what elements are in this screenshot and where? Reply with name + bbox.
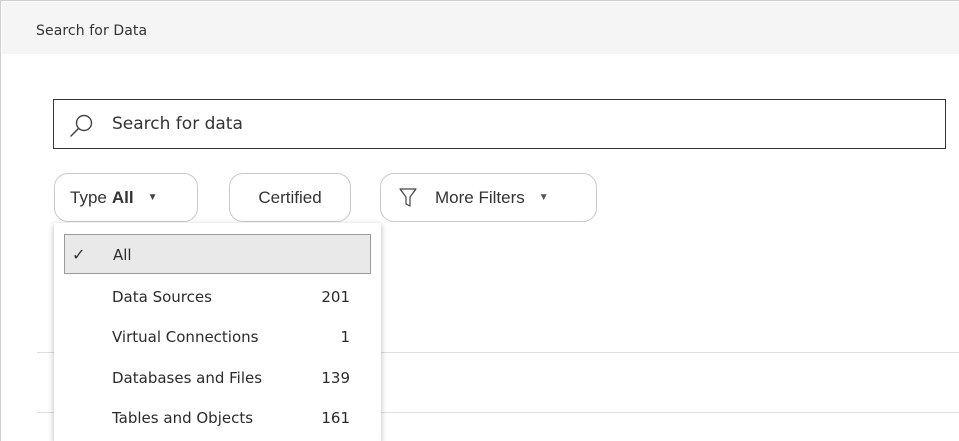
type-filter-prefix: Type <box>70 187 107 207</box>
type-filter-menu: ✓ All Data Sources 201 Virtual Connectio… <box>54 223 381 441</box>
data-search-panel: Search for Data Type All ▼ Certified Mor… <box>0 0 959 441</box>
type-filter-button[interactable]: Type All ▼ <box>54 173 198 222</box>
menu-item-databases-and-files[interactable]: Databases and Files 139 <box>64 358 371 398</box>
menu-item-label: Virtual Connections <box>112 328 259 346</box>
menu-item-tables-and-objects[interactable]: Tables and Objects 161 <box>64 398 371 438</box>
menu-item-label: Tables and Objects <box>112 409 254 427</box>
certified-filter-button[interactable]: Certified <box>229 173 351 222</box>
panel-title: Search for Data <box>36 23 148 39</box>
certified-filter-label: Certified <box>258 187 322 207</box>
menu-item-data-sources[interactable]: Data Sources 201 <box>64 277 371 317</box>
search-input[interactable] <box>112 100 932 148</box>
menu-item-label: Databases and Files <box>112 369 263 387</box>
chevron-down-icon: ▼ <box>538 192 549 203</box>
menu-item-virtual-connections[interactable]: Virtual Connections 1 <box>64 317 371 357</box>
chevron-down-icon: ▼ <box>147 192 158 203</box>
menu-item-all[interactable]: ✓ All <box>64 234 371 274</box>
menu-item-count: 201 <box>321 288 350 306</box>
menu-item-count: 139 <box>321 369 350 387</box>
search-box[interactable] <box>53 99 946 149</box>
menu-item-label: All <box>113 246 132 264</box>
funnel-icon <box>399 187 417 207</box>
more-filters-label: More Filters <box>435 187 525 207</box>
more-filters-button[interactable]: More Filters ▼ <box>380 173 597 222</box>
checkmark-icon: ✓ <box>72 245 86 264</box>
menu-item-label: Data Sources <box>112 288 212 306</box>
title-bar: Search for Data <box>2 2 959 54</box>
menu-item-count: 161 <box>321 409 350 427</box>
type-filter-value: All <box>111 187 134 207</box>
search-icon <box>70 114 93 137</box>
menu-item-count: 1 <box>340 328 350 346</box>
